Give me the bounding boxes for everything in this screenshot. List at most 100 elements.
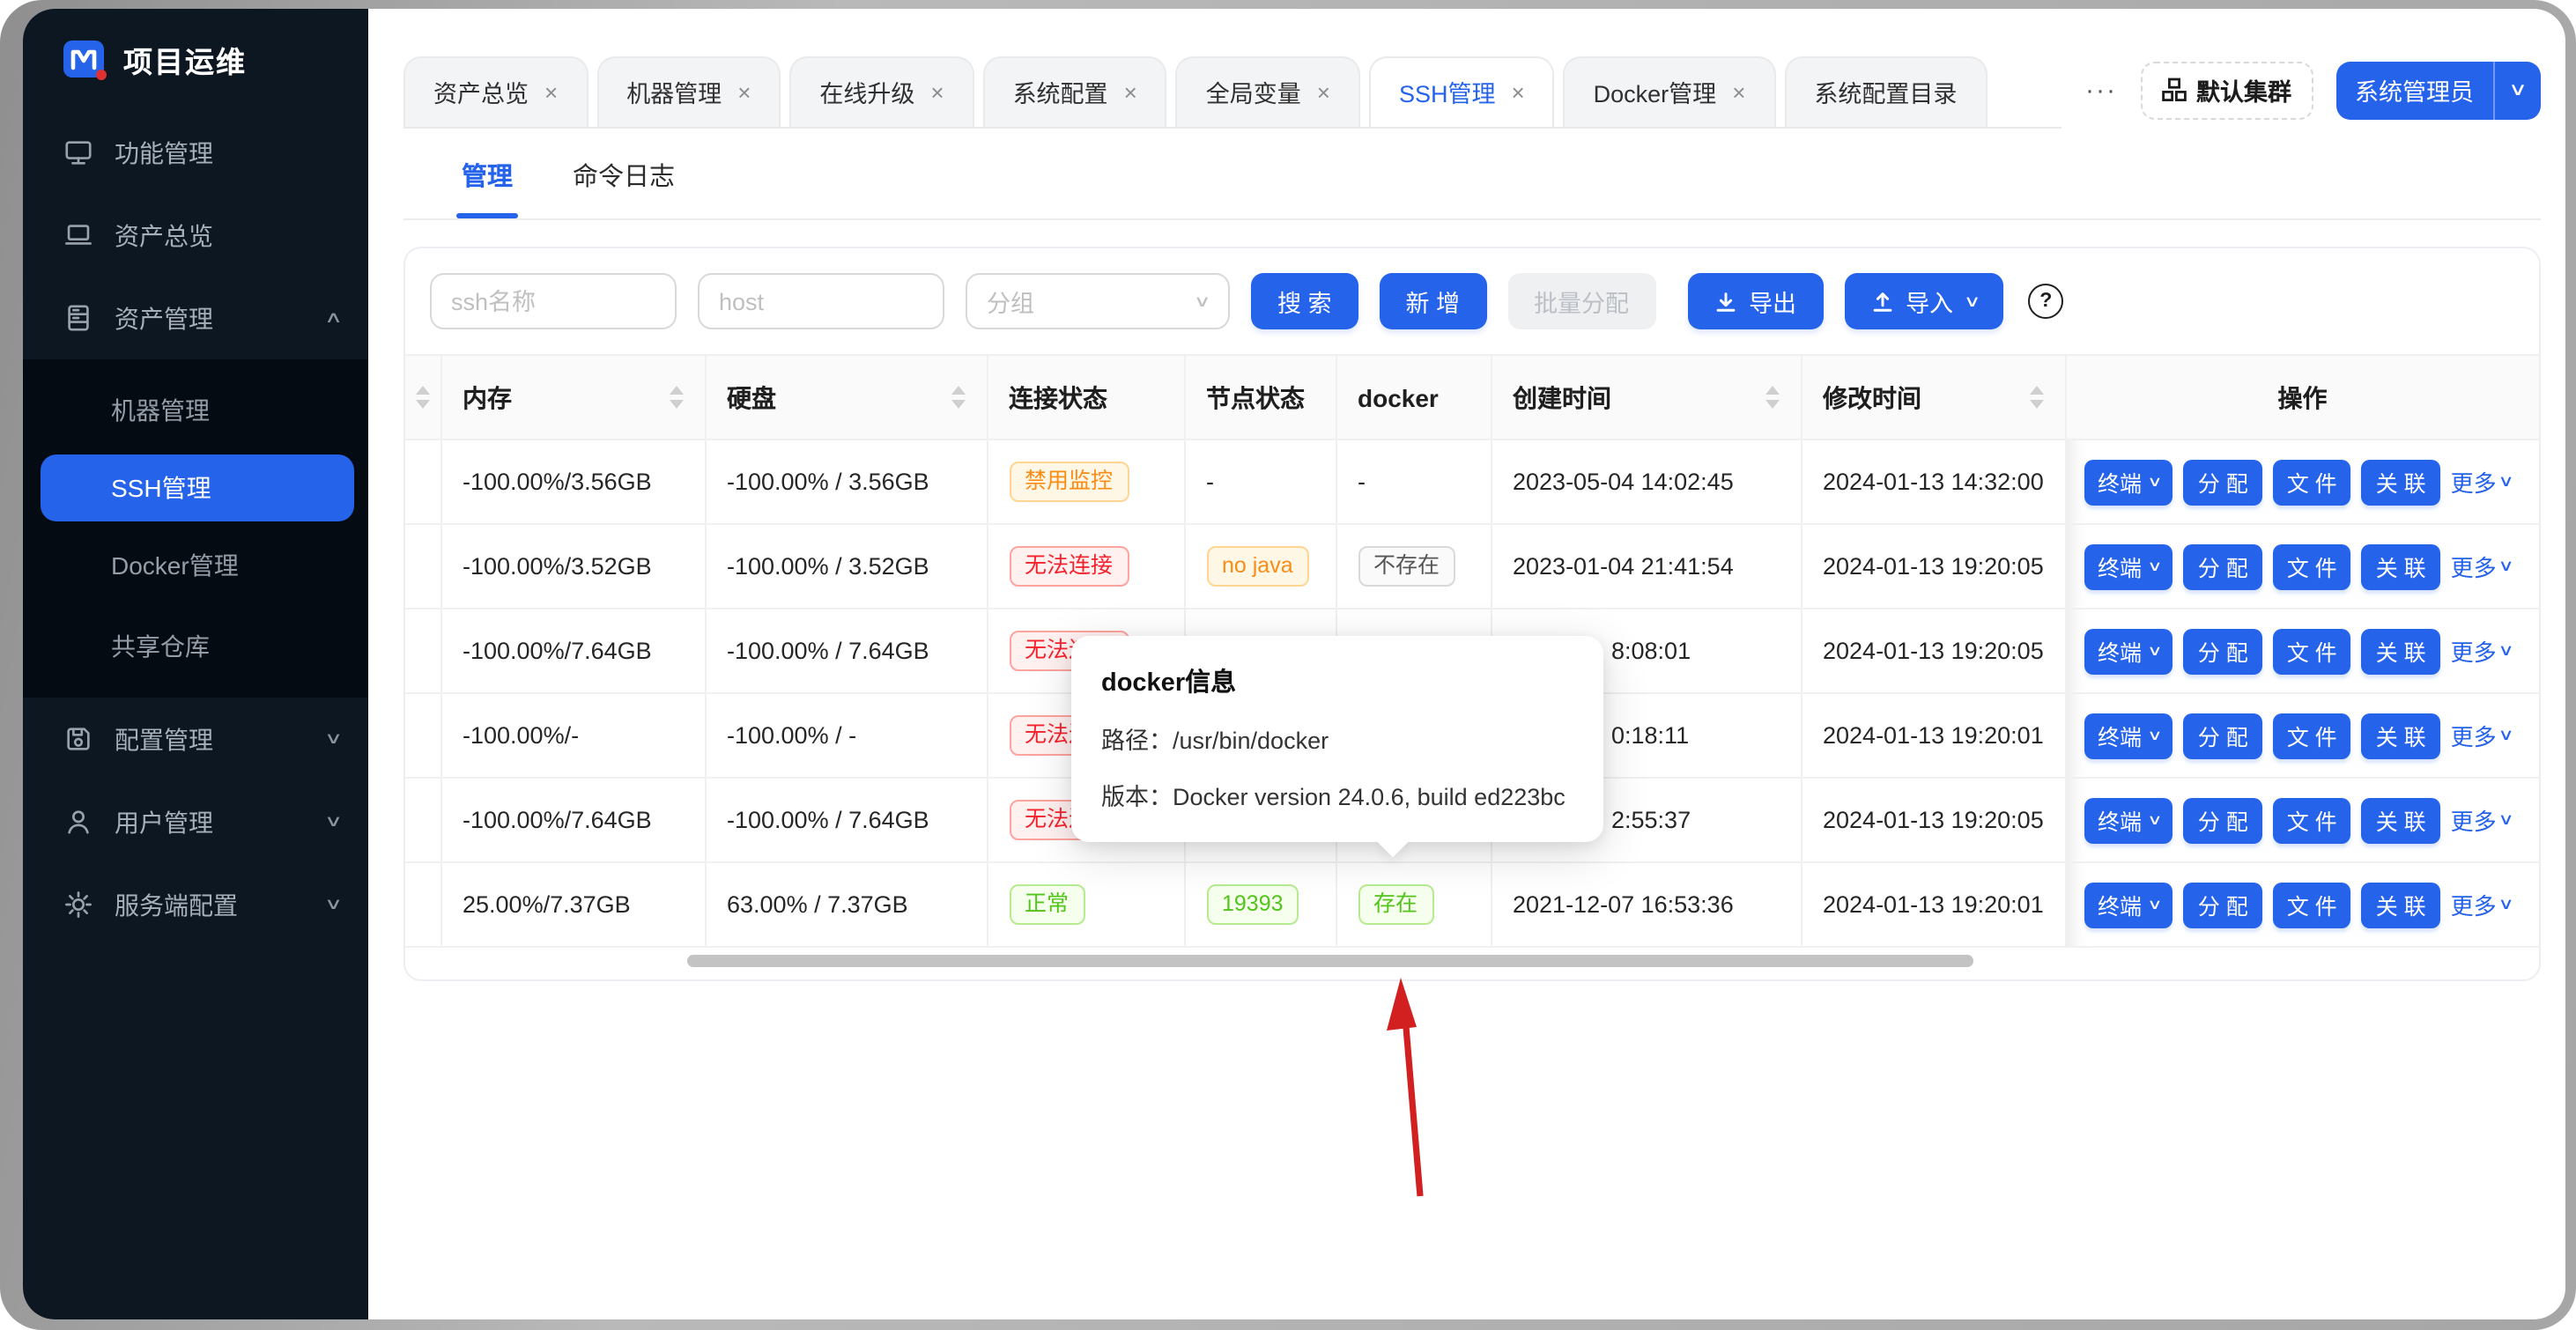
tab-SSH管理[interactable]: SSH管理 × [1368,55,1555,126]
header-cell-disk[interactable]: 硬盘 [705,355,988,440]
cell-clipped [405,778,441,863]
sidebar-item-用户管理[interactable]: 用户管理 ∨ [23,780,368,863]
search-button[interactable]: 搜 索 [1251,273,1358,329]
assign-button[interactable]: 分 配 [2183,713,2262,758]
header-cell-mem[interactable]: 内存 [440,355,706,440]
assign-button[interactable]: 分 配 [2183,882,2262,927]
close-icon[interactable]: × [544,80,558,103]
link-button[interactable]: 关 联 [2361,628,2440,674]
link-button[interactable]: 关 联 [2361,797,2440,843]
file-button[interactable]: 文 件 [2272,882,2351,927]
terminal-button[interactable]: 终端 ∨ [2084,797,2173,843]
assign-button[interactable]: 分 配 [2183,459,2262,505]
user-menu-button[interactable]: 系统管理员 ∨ [2335,61,2541,119]
link-button[interactable]: 关 联 [2361,713,2440,758]
terminal-button[interactable]: 终端 ∨ [2084,713,2173,758]
more-link[interactable]: 更多 ∨ [2451,465,2514,499]
sidebar-item-共享仓库[interactable]: 共享仓库 [23,606,368,687]
add-button[interactable]: 新 增 [1379,273,1487,329]
sidebar-item-SSH管理[interactable]: SSH管理 [41,454,354,521]
more-link[interactable]: 更多 ∨ [2451,803,2514,837]
close-icon[interactable]: × [1511,80,1524,103]
tab-系统配置目录[interactable]: 系统配置目录 [1784,55,1988,126]
terminal-button[interactable]: 终端 ∨ [2084,543,2173,589]
upload-icon [1872,292,1891,311]
assign-button[interactable]: 分 配 [2183,797,2262,843]
sort-icon[interactable] [2029,386,2043,409]
header-label: 内存 [463,383,512,411]
sort-icon[interactable] [1765,386,1779,409]
close-icon[interactable]: × [1317,80,1330,103]
subtab-命令日志[interactable]: 命令日志 [573,157,675,218]
file-button[interactable]: 文 件 [2272,713,2351,758]
group-select[interactable]: 分组 ∨ [966,273,1230,329]
more-link[interactable]: 更多 ∨ [2451,550,2514,583]
tab-机器管理[interactable]: 机器管理 × [596,55,781,126]
chevron-down-icon: ∨ [2498,472,2514,490]
tab-系统配置[interactable]: 系统配置 × [982,55,1167,126]
batch-assign-button[interactable]: 批量分配 [1507,273,1656,329]
terminal-button[interactable]: 终端 ∨ [2084,459,2173,505]
header-label: 创建时间 [1513,383,1611,411]
close-icon[interactable]: × [737,80,751,103]
cell-disk: -100.00% / 3.56GB [705,440,988,525]
cell-modified: 2024-01-13 19:20:05 [1801,609,2066,694]
sidebar-item-Docker管理[interactable]: Docker管理 [23,525,368,606]
close-icon[interactable]: × [1732,80,1745,103]
export-button[interactable]: 导出 [1687,273,1824,329]
chevron-down-icon: ∨ [1194,292,1212,309]
link-button[interactable]: 关 联 [2361,543,2440,589]
close-icon[interactable]: × [930,80,944,103]
import-button[interactable]: 导入 ∨ [1844,273,2004,329]
file-button[interactable]: 文 件 [2272,459,2351,505]
link-button[interactable]: 关 联 [2361,459,2440,505]
assign-button[interactable]: 分 配 [2183,543,2262,589]
file-button[interactable]: 文 件 [2272,797,2351,843]
ssh-name-input[interactable] [430,273,677,329]
header-label: 操作 [2277,383,2328,411]
status-badge: 正常 [1009,883,1085,926]
sidebar: 项目运维 功能管理 资产总览 资产管理 ∧ 机器管理 SSH管理 Docker管理 共享仓库配… [23,9,368,1319]
terminal-button[interactable]: 终端 ∨ [2084,882,2173,927]
tab-在线升级[interactable]: 在线升级 × [789,55,974,126]
more-link[interactable]: 更多 ∨ [2451,888,2514,921]
cell-actions: 终端 ∨ 分 配文 件关 联更多 ∨ [2065,778,2539,863]
tabs-overflow-button[interactable]: ··· [2085,75,2117,105]
more-link[interactable]: 更多 ∨ [2451,719,2514,752]
sort-icon[interactable] [951,386,965,409]
sidebar-item-功能管理[interactable]: 功能管理 [23,111,368,194]
tab-Docker管理[interactable]: Docker管理 × [1563,55,1776,126]
chevron-down-icon: ∨ [2498,810,2514,828]
status-badge: no java [1206,545,1309,587]
sidebar-item-服务端配置[interactable]: 服务端配置 ∨ [23,863,368,946]
link-button[interactable]: 关 联 [2361,882,2440,927]
close-icon[interactable]: × [1124,80,1137,103]
subtabs-divider [403,218,2541,220]
sidebar-item-label: 资产总览 [115,221,213,249]
content-card: 分组 ∨ 搜 索 新 增 批量分配 导出 导入 ∨ [403,247,2541,981]
cell-mem: -100.00%/7.64GB [440,609,706,694]
chevron-down-icon: ∨ [324,729,344,747]
terminal-button[interactable]: 终端 ∨ [2084,628,2173,674]
host-input[interactable] [698,273,944,329]
sidebar-item-配置管理[interactable]: 配置管理 ∨ [23,698,368,780]
file-button[interactable]: 文 件 [2272,628,2351,674]
scrollbar-thumb[interactable] [687,955,1973,967]
tab-全局变量[interactable]: 全局变量 × [1175,55,1360,126]
sidebar-item-资产管理[interactable]: 资产管理 ∧ [23,277,368,359]
sidebar-item-资产总览[interactable]: 资产总览 [23,194,368,277]
cluster-select-button[interactable]: 默认集群 [2140,61,2313,119]
cluster-label: 默认集群 [2196,79,2291,106]
more-link[interactable]: 更多 ∨ [2451,634,2514,668]
help-icon[interactable]: ? [2028,284,2064,319]
sort-icon[interactable] [415,386,430,409]
header-cell-modified[interactable]: 修改时间 [1801,355,2066,440]
header-cell-created[interactable]: 创建时间 [1491,355,1802,440]
sort-icon[interactable] [669,386,683,409]
sidebar-item-机器管理[interactable]: 机器管理 [23,370,368,451]
subtab-管理[interactable]: 管理 [456,157,518,218]
assign-button[interactable]: 分 配 [2183,628,2262,674]
tab-资产总览[interactable]: 资产总览 × [403,55,588,126]
header-label: 连接状态 [1009,383,1107,411]
file-button[interactable]: 文 件 [2272,543,2351,589]
